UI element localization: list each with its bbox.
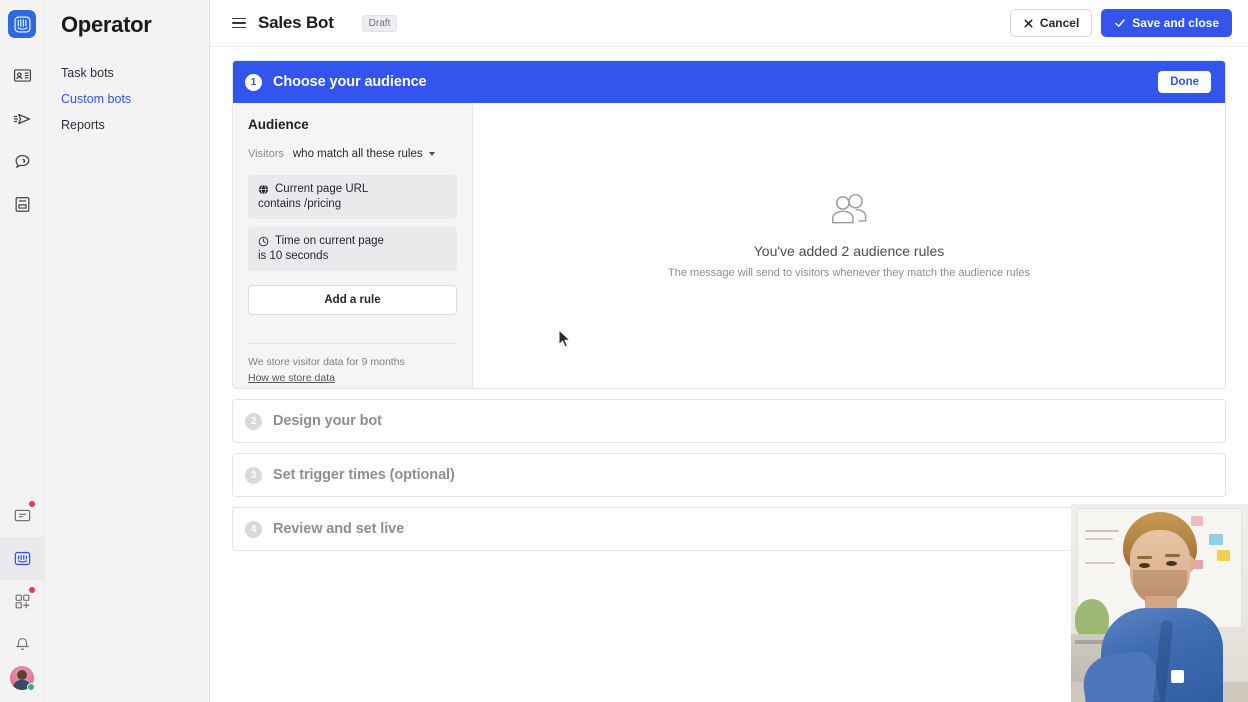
top-bar: Sales Bot Draft Cancel Save and close [210,0,1248,47]
rule-card-current-page-url[interactable]: Current page URL contains /pricing [248,175,457,219]
user-avatar[interactable] [10,666,34,690]
step-header-design[interactable]: 2 Design your bot [233,400,1225,442]
step-title: Choose your audience [273,74,427,90]
step-card-design[interactable]: 2 Design your bot [232,399,1226,443]
step-number: 2 [245,413,262,430]
step-title: Design your bot [273,413,382,429]
speech-bubble-icon [13,152,32,171]
sticky-note [1209,534,1223,545]
clock-icon [258,236,269,247]
send-message-icon [12,109,32,129]
inbox-icon [13,506,32,525]
bot-title: Sales Bot [258,13,334,33]
people-icon [828,193,870,227]
add-rule-button[interactable]: Add a rule [248,285,457,315]
rail-item-outbound[interactable] [0,97,45,140]
person-brow [1137,556,1152,559]
cancel-button[interactable]: Cancel [1010,9,1092,37]
rule-card-header: Time on current page [258,235,447,247]
page-title: Operator [61,0,193,60]
plant [1075,599,1109,639]
step-number: 1 [245,74,262,91]
step-card-trigger-times[interactable]: 3 Set trigger times (optional) [232,453,1226,497]
online-status-indicator [27,683,35,691]
app-root: Operator Task bots Custom bots Reports S… [0,0,1248,702]
step-body-audience: Audience Visitors who match all these ru… [233,103,1225,388]
contacts-icon [13,66,32,85]
step-title: Review and set live [273,521,404,537]
rule-value: contains /pricing [258,198,447,210]
visitors-label: Visitors [248,148,284,160]
person-eye [1166,561,1177,566]
preview-subtitle: The message will send to visitors whenev… [668,267,1030,279]
audience-heading: Audience [248,117,457,132]
articles-icon [13,195,32,214]
apps-add-icon [13,592,32,611]
rule-name: Current page URL [275,183,368,195]
person-brow [1165,554,1180,557]
rail-item-contacts[interactable] [0,54,45,97]
hamburger-icon[interactable] [232,15,246,31]
done-button[interactable]: Done [1158,71,1211,93]
avatar-head [17,670,27,680]
step-number: 3 [245,467,262,484]
cancel-button-label: Cancel [1040,16,1079,30]
match-rule-dropdown[interactable]: who match all these rules [293,148,435,160]
icon-rail [0,0,45,702]
sidebar: Operator Task bots Custom bots Reports [45,0,210,702]
globe-icon [258,184,269,195]
status-badge: Draft [362,15,398,32]
rule-name: Time on current page [275,235,384,247]
rail-item-apps[interactable] [0,580,45,623]
audience-pane: Audience Visitors who match all these ru… [233,103,473,388]
webcam-overlay[interactable] [1071,504,1248,702]
divider [248,343,457,344]
rail-item-inbox[interactable] [0,494,45,537]
step-number: 4 [245,521,262,538]
preview-title: You've added 2 audience rules [754,243,945,259]
rail-item-notifications[interactable] [0,623,45,666]
step-header-audience[interactable]: 1 Choose your audience Done [233,61,1225,103]
sticky-note [1191,516,1203,526]
check-icon [1114,17,1126,29]
sidebar-item-reports[interactable]: Reports [61,112,193,138]
sidebar-item-custom-bots[interactable]: Custom bots [61,86,193,112]
save-and-close-button-label: Save and close [1132,16,1219,30]
operator-bots-icon [13,549,32,568]
intercom-logo-icon[interactable] [8,10,36,38]
chevron-down-icon [429,152,435,156]
save-and-close-button[interactable]: Save and close [1101,9,1232,37]
step-header-trigger-times[interactable]: 3 Set trigger times (optional) [233,454,1225,496]
rule-value: is 10 seconds [258,250,447,262]
bell-icon [13,635,32,654]
sidebar-item-task-bots[interactable]: Task bots [61,60,193,86]
visitor-match-row: Visitors who match all these rules [248,148,457,160]
audience-preview-pane: You've added 2 audience rules The messag… [473,103,1225,388]
match-rule-value: who match all these rules [293,148,423,160]
rail-item-bots[interactable] [0,537,45,580]
rule-card-header: Current page URL [258,183,447,195]
shirt-logo [1171,670,1184,683]
rail-item-articles[interactable] [0,183,45,226]
close-icon [1023,18,1034,29]
board-line [1085,562,1115,564]
person-eye [1139,563,1150,568]
how-we-store-data-link[interactable]: How we store data [248,372,335,384]
notification-badge [29,587,35,593]
rule-card-time-on-page[interactable]: Time on current page is 10 seconds [248,227,457,271]
steps-container: 1 Choose your audience Done Audience Vis… [210,47,1248,551]
top-bar-actions: Cancel Save and close [1010,9,1232,37]
board-line [1085,530,1119,532]
step-title: Set trigger times (optional) [273,467,455,483]
rail-item-messenger[interactable] [0,140,45,183]
data-retention-note: We store visitor data for 9 months [248,356,457,368]
notification-badge [29,501,35,507]
board-line [1085,538,1113,540]
sticky-note [1217,550,1230,561]
step-card-audience: 1 Choose your audience Done Audience Vis… [232,60,1226,389]
